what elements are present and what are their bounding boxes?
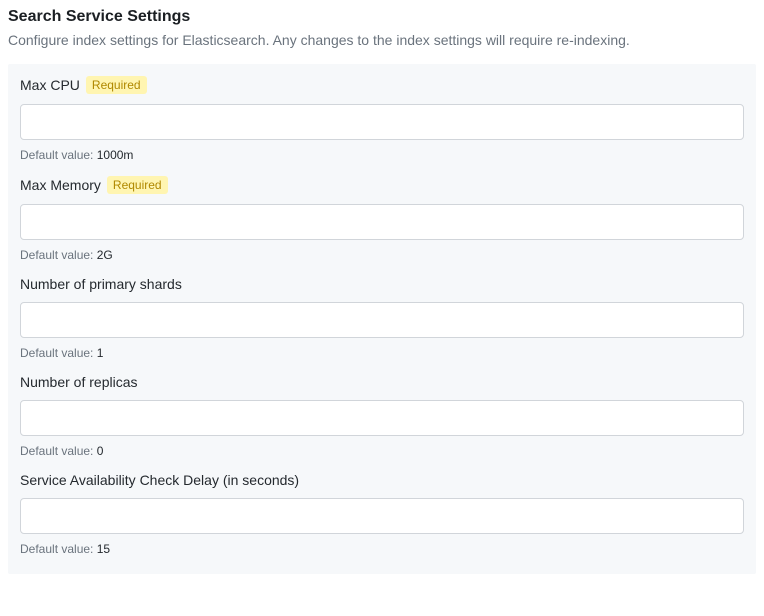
replicas-default-hint: Default value: 0 — [20, 444, 744, 458]
settings-form-panel: Max CPU Required Default value: 1000m Ma… — [8, 64, 756, 574]
field-replicas: Number of replicas Default value: 0 — [20, 374, 744, 458]
primary-shards-default-value: 1 — [97, 346, 104, 360]
availability-delay-default-value: 15 — [97, 542, 110, 556]
availability-delay-input[interactable] — [20, 498, 744, 534]
availability-delay-default-hint: Default value: 15 — [20, 542, 744, 556]
max-memory-default-hint: Default value: 2G — [20, 248, 744, 262]
max-memory-default-value: 2G — [97, 248, 113, 262]
max-cpu-label: Max CPU — [20, 77, 80, 93]
max-cpu-input[interactable] — [20, 104, 744, 140]
default-prefix: Default value: — [20, 444, 97, 458]
availability-delay-label: Service Availability Check Delay (in sec… — [20, 472, 299, 488]
section-title: Search Service Settings — [8, 8, 756, 26]
primary-shards-label: Number of primary shards — [20, 276, 182, 292]
field-max-memory: Max Memory Required Default value: 2G — [20, 176, 744, 262]
required-badge: Required — [86, 76, 147, 94]
replicas-default-value: 0 — [97, 444, 104, 458]
section-description: Configure index settings for Elasticsear… — [8, 32, 756, 48]
primary-shards-default-hint: Default value: 1 — [20, 346, 744, 360]
field-max-cpu: Max CPU Required Default value: 1000m — [20, 76, 744, 162]
max-memory-label: Max Memory — [20, 177, 101, 193]
default-prefix: Default value: — [20, 346, 97, 360]
replicas-label: Number of replicas — [20, 374, 138, 390]
default-prefix: Default value: — [20, 542, 97, 556]
primary-shards-input[interactable] — [20, 302, 744, 338]
replicas-input[interactable] — [20, 400, 744, 436]
max-cpu-default-value: 1000m — [97, 148, 134, 162]
default-prefix: Default value: — [20, 248, 97, 262]
field-primary-shards: Number of primary shards Default value: … — [20, 276, 744, 360]
max-memory-input[interactable] — [20, 204, 744, 240]
max-cpu-default-hint: Default value: 1000m — [20, 148, 744, 162]
field-availability-delay: Service Availability Check Delay (in sec… — [20, 472, 744, 556]
default-prefix: Default value: — [20, 148, 97, 162]
required-badge: Required — [107, 176, 168, 194]
